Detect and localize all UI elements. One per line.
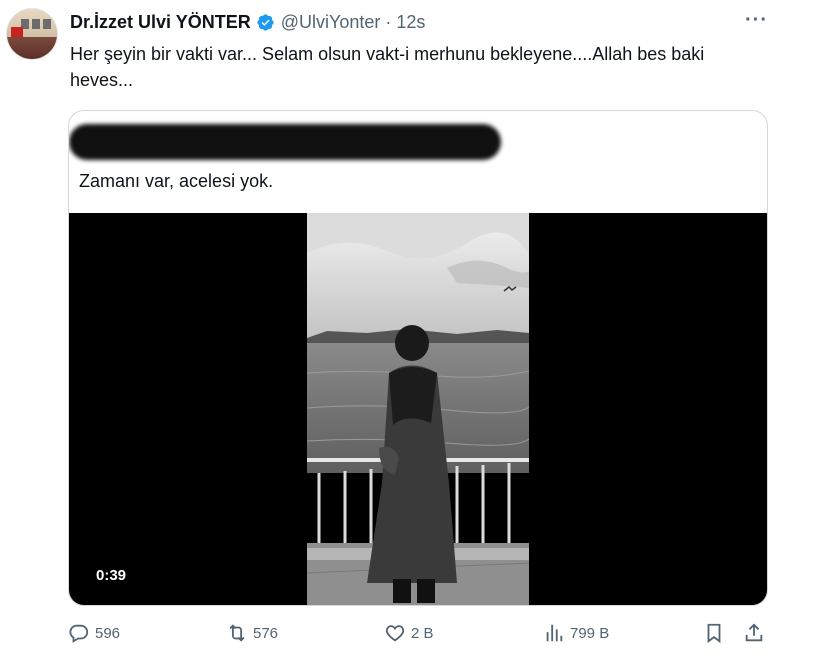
repost-count: 576: [253, 624, 279, 642]
video-player[interactable]: 0:39: [69, 213, 767, 605]
video-thumbnail: [307, 213, 529, 605]
author-name[interactable]: Dr.İzzet Ulvi YÖNTER: [70, 12, 251, 33]
view-count: 799 B: [570, 624, 610, 642]
reply-count: 596: [95, 624, 121, 642]
repost-icon: [229, 624, 245, 642]
share-icon: [745, 623, 763, 642]
avatar[interactable]: [6, 8, 58, 60]
author-handle[interactable]: @UlviYonter: [281, 12, 381, 33]
redacted-author: [69, 124, 501, 160]
action-bar: 596 576 2 B 799 B: [0, 622, 820, 650]
more-icon[interactable]: ···: [745, 9, 768, 32]
views-button[interactable]: 799 B: [543, 622, 609, 644]
repost-button[interactable]: 576: [226, 622, 278, 644]
like-count: 2 B: [411, 624, 434, 642]
bookmark-icon: [707, 623, 721, 644]
video-frame: [307, 213, 529, 605]
quoted-text: Zamanı var, acelesi yok.: [79, 171, 274, 191]
post-time[interactable]: 12s: [396, 12, 425, 33]
reply-icon: [69, 624, 89, 643]
bookmark-button[interactable]: [703, 622, 725, 644]
views-icon: [546, 624, 563, 642]
tweet: Dr.İzzet Ulvi YÖNTER @UlviYonter · 12s ·…: [0, 0, 820, 656]
video-duration: 0:39: [96, 567, 127, 584]
like-icon: [385, 625, 405, 642]
tweet-text: Her şeyin bir vakti var... Selam olsun v…: [70, 44, 705, 90]
quoted-tweet[interactable]: Zamanı var, acelesi yok. 0:39: [68, 110, 768, 606]
tweet-header: Dr.İzzet Ulvi YÖNTER @UlviYonter · 12s: [70, 11, 425, 33]
share-button[interactable]: [743, 622, 765, 644]
header-separator: ·: [385, 11, 392, 32]
reply-button[interactable]: 596: [68, 622, 120, 644]
verified-badge-icon: [257, 13, 274, 31]
like-button[interactable]: 2 B: [384, 622, 434, 644]
